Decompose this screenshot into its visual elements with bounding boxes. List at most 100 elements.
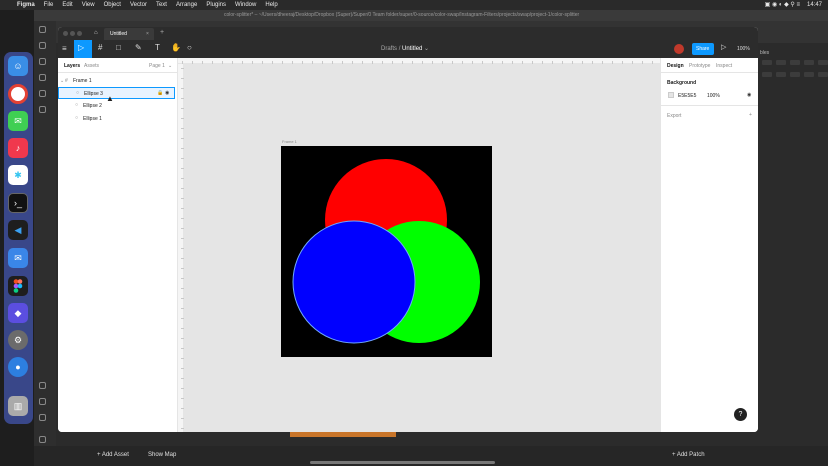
grid-cell[interactable] — [818, 72, 828, 77]
sidebar-icon[interactable] — [39, 414, 46, 421]
lock-icon[interactable]: 🔒 — [157, 90, 163, 96]
chevron-down-icon[interactable]: ⌄ — [60, 78, 64, 84]
sidebar-icon[interactable] — [39, 42, 46, 49]
layer-row-ellipse-1[interactable]: ○ Ellipse 1 — [58, 113, 176, 124]
sidebar-icon[interactable] — [39, 382, 46, 389]
menu-edit[interactable]: Edit — [62, 0, 72, 10]
menu-text[interactable]: Text — [156, 0, 167, 10]
music-icon[interactable]: ♪ — [8, 138, 28, 158]
canvas[interactable]: Frame 1 — [184, 64, 660, 432]
pen-tool-icon[interactable]: ✎ — [135, 43, 142, 52]
finder-icon[interactable]: ☺ — [8, 56, 28, 76]
layer-row-ellipse-3[interactable]: ○ Ellipse 3 🔒 ◉ — [58, 87, 175, 99]
grid-cell[interactable] — [804, 60, 814, 65]
bird-app-icon[interactable]: ● — [8, 357, 28, 377]
grid-cell[interactable] — [762, 60, 772, 65]
chevron-down-icon[interactable]: ⌄ — [168, 63, 172, 69]
rectangle-tool-icon[interactable]: □ — [116, 43, 121, 52]
main-menu-icon[interactable]: ≡ — [62, 44, 67, 53]
figma-window: ⌂ Untitled × + ≡ ▷ # □ ✎ T ✋ ○ Drafts / … — [58, 27, 758, 432]
grid-cell[interactable] — [790, 60, 800, 65]
add-export-icon[interactable]: + — [749, 112, 752, 118]
tab-assets[interactable]: Assets — [84, 63, 99, 69]
frame-1[interactable] — [281, 146, 492, 357]
share-label: Share — [696, 46, 710, 52]
horizontal-scrollbar[interactable] — [310, 461, 495, 464]
chrome-icon[interactable] — [8, 84, 28, 104]
share-button[interactable]: Share — [692, 43, 714, 55]
sidebar-icon[interactable] — [39, 26, 46, 33]
mouse-cursor-icon: ▲ — [106, 94, 114, 103]
file-name[interactable]: Untitled — [402, 46, 422, 52]
menu-file[interactable]: File — [44, 0, 54, 10]
grid-cell[interactable] — [804, 72, 814, 77]
menu-vector[interactable]: Vector — [130, 0, 147, 10]
window-minimize-icon[interactable] — [70, 31, 75, 36]
add-asset-button[interactable]: + Add Asset — [97, 452, 129, 458]
layer-row-ellipse-2[interactable]: ○ Ellipse 2 — [58, 100, 176, 111]
eye-icon[interactable]: ◉ — [747, 92, 751, 98]
figma-icon[interactable] — [8, 276, 28, 296]
sidebar-icon[interactable] — [39, 74, 46, 81]
window-close-icon[interactable] — [63, 31, 68, 36]
file-tab[interactable]: Untitled × — [104, 28, 154, 40]
layers-app-icon[interactable]: ◆ — [8, 303, 28, 323]
sidebar-icon[interactable] — [39, 90, 46, 97]
breadcrumb-drafts[interactable]: Drafts — [381, 46, 397, 52]
ellipse-3[interactable] — [292, 220, 416, 344]
tab-design[interactable]: Design — [667, 63, 684, 69]
zoom-level[interactable]: 100% — [737, 46, 750, 52]
comment-tool-icon[interactable]: ○ — [187, 43, 192, 52]
menu-app-name[interactable]: Figma — [17, 0, 35, 10]
color-swatch[interactable] — [668, 92, 674, 98]
tab-close-icon[interactable]: × — [146, 31, 149, 37]
grid-cell[interactable] — [762, 72, 772, 77]
show-map-button[interactable]: Show Map — [148, 452, 176, 458]
sidebar-icon[interactable] — [39, 436, 46, 443]
sidebar-icon[interactable] — [39, 106, 46, 113]
move-tool-button[interactable]: ▷ — [74, 40, 92, 58]
grid-cell[interactable] — [790, 72, 800, 77]
text-tool-icon[interactable]: T — [155, 43, 160, 52]
frame-tool-icon[interactable]: # — [98, 43, 102, 52]
new-tab-icon[interactable]: + — [160, 29, 164, 36]
sidebar-icon[interactable] — [39, 398, 46, 405]
present-icon[interactable]: ▷ — [721, 43, 726, 51]
eye-icon[interactable]: ◉ — [165, 90, 169, 96]
layer-name: Ellipse 1 — [83, 116, 102, 122]
sidebar-icon[interactable] — [39, 58, 46, 65]
tab-prototype[interactable]: Prototype — [689, 63, 710, 69]
system-preferences-icon[interactable]: ⚙ — [8, 330, 28, 350]
menu-window[interactable]: Window — [235, 0, 256, 10]
menu-help[interactable]: Help — [265, 0, 277, 10]
background-app-title: color-splitter* – ~/Users/dheeraj/Deskto… — [34, 10, 828, 21]
slack-icon[interactable]: ✱ — [8, 165, 28, 185]
frame-label[interactable]: Frame 1 — [282, 139, 297, 144]
tab-layers[interactable]: Layers — [64, 63, 80, 69]
grid-cell[interactable] — [776, 60, 786, 65]
menu-plugins[interactable]: Plugins — [206, 0, 226, 10]
vscode-icon[interactable]: ◀ — [8, 220, 28, 240]
grid-cell[interactable] — [776, 72, 786, 77]
terminal-icon[interactable]: ›_ — [8, 193, 28, 213]
help-icon[interactable]: ? — [734, 408, 747, 421]
chevron-down-icon[interactable]: ⌄ — [424, 46, 429, 52]
background-opacity[interactable]: 100% — [707, 93, 720, 99]
avatar[interactable] — [674, 44, 684, 54]
tab-inspect[interactable]: Inspect — [716, 63, 732, 69]
mail-icon[interactable]: ✉ — [8, 248, 28, 268]
menu-object[interactable]: Object — [104, 0, 121, 10]
background-hex[interactable]: E5E5E5 — [678, 93, 696, 99]
trash-icon[interactable]: ▥ — [8, 396, 28, 416]
status-icons: ▣ ◉ ◐ ◆ ⚲ ≡ — [764, 2, 800, 8]
menu-view[interactable]: View — [82, 0, 95, 10]
menu-arrange[interactable]: Arrange — [176, 0, 197, 10]
window-zoom-icon[interactable] — [77, 31, 82, 36]
layer-row-frame[interactable]: ⌄ # Frame 1 — [58, 75, 176, 86]
messages-icon[interactable]: ✉ — [8, 111, 28, 131]
hand-tool-icon[interactable]: ✋ — [171, 43, 181, 52]
home-icon[interactable]: ⌂ — [94, 30, 98, 36]
grid-cell[interactable] — [818, 60, 828, 65]
page-selector[interactable]: Page 1 — [149, 63, 165, 69]
add-patch-button[interactable]: + Add Patch — [672, 452, 705, 458]
